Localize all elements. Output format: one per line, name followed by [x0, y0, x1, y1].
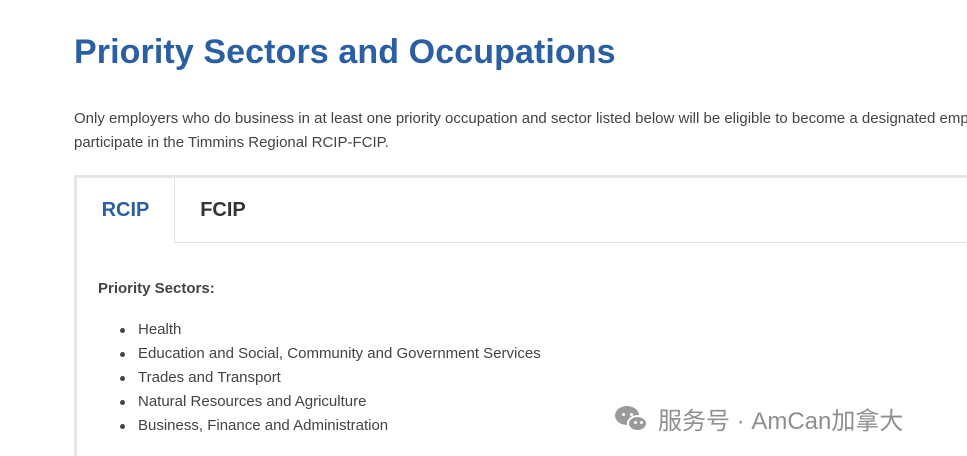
intro-line-2: participate in the Timmins Regional RCIP… — [74, 134, 389, 151]
intro-text: Only employers who do business in at lea… — [74, 107, 967, 155]
wechat-icon — [614, 404, 650, 434]
sector-item-health: Health — [118, 318, 958, 342]
intro-line-1: Only employers who do business in at lea… — [74, 110, 967, 127]
tab-strip: RCIP FCIP — [77, 178, 967, 243]
bullet-icon — [120, 352, 125, 357]
sector-item-education: Education and Social, Community and Gove… — [118, 342, 958, 366]
bullet-icon — [120, 400, 125, 405]
bullet-icon — [120, 424, 125, 429]
sector-label: Trades and Transport — [138, 369, 281, 386]
sector-label: Natural Resources and Agriculture — [138, 393, 367, 410]
tab-rcip[interactable]: RCIP — [77, 178, 175, 243]
sector-item-trades: Trades and Transport — [118, 366, 958, 390]
watermark-text: 服务号 · AmCan加拿大 — [658, 408, 904, 435]
wechat-watermark: 服务号 · AmCan加拿大 — [614, 401, 903, 436]
bullet-icon — [120, 328, 125, 333]
page-title: Priority Sectors and Occupations — [74, 33, 616, 71]
sector-label: Business, Finance and Administration — [138, 417, 389, 434]
sector-label: Education and Social, Community and Gove… — [138, 345, 541, 362]
priority-sectors-heading: Priority Sectors: — [98, 280, 215, 297]
bullet-icon — [120, 376, 125, 381]
page: Priority Sectors and Occupations Only em… — [0, 0, 967, 456]
tab-fcip[interactable]: FCIP — [175, 178, 271, 242]
sector-label: Health — [138, 321, 182, 338]
